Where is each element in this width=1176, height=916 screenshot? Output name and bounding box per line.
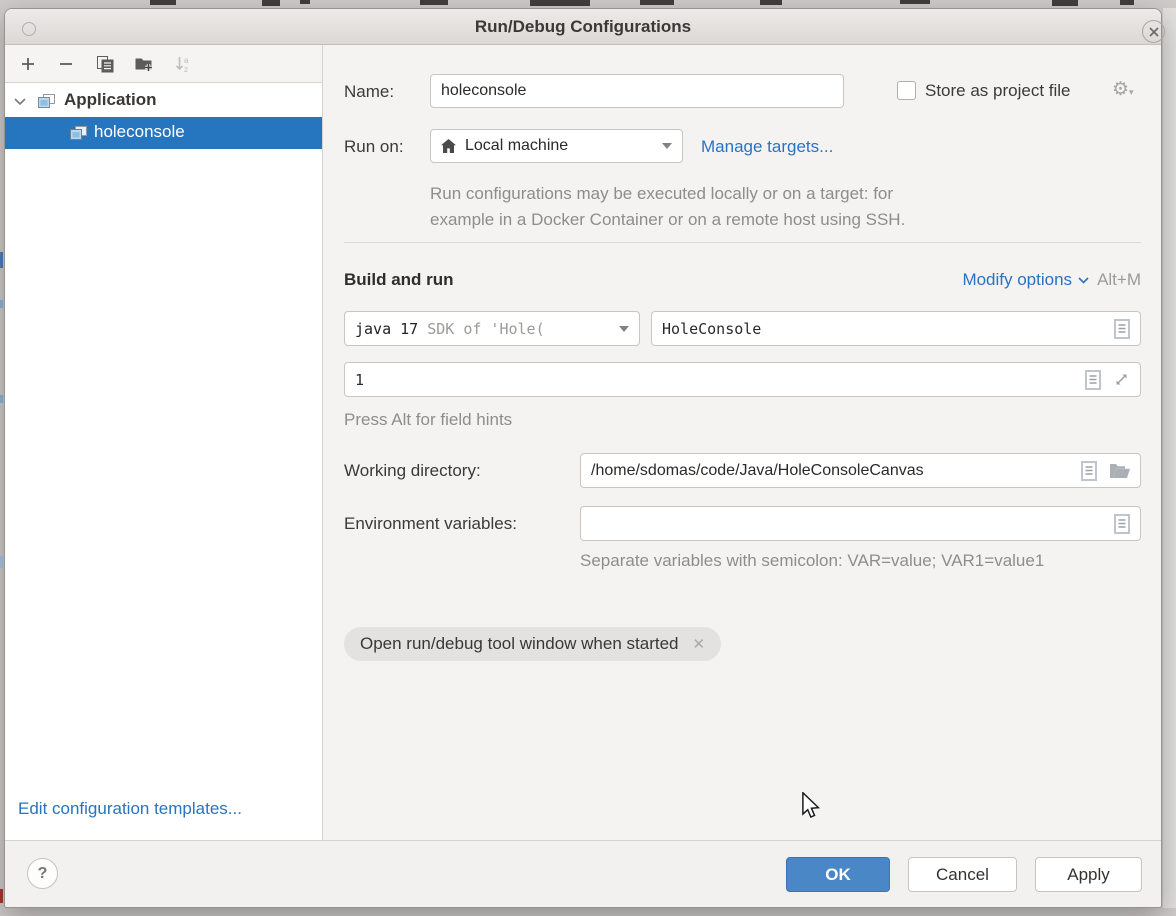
program-arguments-field[interactable]: 1 (344, 362, 1141, 397)
background-artifact (0, 556, 3, 568)
sort-alphabetically-icon: a z (175, 56, 191, 73)
application-type-icon (70, 126, 87, 141)
modify-options-wrap: Modify options Alt+M (962, 270, 1141, 290)
background-artifact (420, 0, 448, 5)
working-directory-label: Working directory: (344, 461, 481, 481)
background-artifact (0, 300, 3, 308)
chevron-down-icon[interactable] (14, 98, 26, 106)
run-on-select[interactable]: Local machine (430, 129, 683, 163)
remove-icon (59, 62, 73, 66)
background-artifact (1120, 0, 1134, 5)
close-icon (1149, 27, 1159, 37)
section-divider (344, 242, 1141, 243)
background-artifact (530, 0, 590, 6)
sort-configurations-button[interactable]: a z (169, 50, 197, 78)
run-on-value: Local machine (465, 137, 568, 155)
background-artifact (900, 0, 930, 4)
open-tool-window-tag: Open run/debug tool window when started … (344, 627, 721, 661)
open-folder-icon[interactable] (1109, 463, 1130, 479)
background-artifact (1052, 0, 1078, 6)
svg-text:a: a (184, 56, 189, 65)
tag-close-icon[interactable]: ✕ (692, 635, 705, 653)
run-on-hint-line2: example in a Docker Container or on a re… (430, 210, 905, 230)
manage-targets-link[interactable]: Manage targets... (701, 137, 833, 157)
apply-button[interactable]: Apply (1035, 857, 1142, 892)
new-folder-icon (135, 56, 154, 72)
title-bar: Run/Debug Configurations (5, 9, 1161, 45)
background-artifact (0, 252, 3, 268)
dialog-title: Run/Debug Configurations (5, 17, 1161, 37)
expand-icon[interactable] (1113, 371, 1130, 388)
background-artifact (0, 889, 3, 903)
add-icon (21, 57, 35, 71)
edit-configuration-templates-link[interactable]: Edit configuration templates... (18, 799, 242, 819)
macros-icon[interactable] (1114, 319, 1130, 339)
copy-configuration-button[interactable] (91, 50, 119, 78)
name-input[interactable] (430, 74, 844, 108)
combo-arrow-icon (619, 326, 629, 332)
tree-item-holeconsole[interactable]: holeconsole (5, 117, 322, 149)
jre-value: java 17 (355, 320, 418, 338)
environment-variables-field[interactable] (580, 506, 1141, 541)
modify-options-shortcut: Alt+M (1097, 270, 1141, 290)
run-on-label: Run on: (344, 137, 404, 157)
name-label: Name: (344, 82, 394, 102)
jre-select[interactable]: java 17 SDK of 'Hole( (344, 311, 640, 346)
store-as-project-file-label: Store as project file (925, 81, 1071, 101)
background-artifact (640, 0, 674, 5)
home-icon (441, 139, 456, 153)
store-as-project-file-checkbox[interactable] (897, 81, 916, 100)
remove-configuration-button[interactable] (52, 50, 80, 78)
modify-options-label: Modify options (962, 270, 1072, 290)
copy-icon (97, 56, 114, 73)
macros-icon[interactable] (1085, 370, 1101, 390)
tree-item-label: holeconsole (94, 122, 185, 142)
gear-icon[interactable]: ⚙▾ (1112, 78, 1134, 101)
cancel-button[interactable]: Cancel (908, 857, 1017, 892)
build-and-run-title: Build and run (344, 270, 454, 290)
jre-suffix: SDK of 'Hole( (427, 320, 544, 338)
background-strip (1163, 8, 1176, 908)
environment-variables-hint: Separate variables with semicolon: VAR=v… (580, 551, 1044, 571)
svg-text:z: z (184, 65, 188, 73)
main-class-field[interactable]: HoleConsole (651, 311, 1141, 346)
combo-arrow-icon (662, 143, 672, 149)
environment-variables-label: Environment variables: (344, 514, 517, 534)
macros-icon[interactable] (1114, 514, 1130, 534)
ok-button[interactable]: OK (786, 857, 890, 892)
main-class-value: HoleConsole (662, 320, 761, 338)
configurations-toolbar: a z (5, 45, 322, 83)
working-directory-value: /home/sdomas/code/Java/HoleConsoleCanvas (591, 462, 924, 480)
background-artifact (300, 0, 310, 4)
tag-label: Open run/debug tool window when started (360, 634, 678, 654)
close-button[interactable] (1142, 20, 1165, 43)
working-directory-field[interactable]: /home/sdomas/code/Java/HoleConsoleCanvas (580, 453, 1141, 488)
background-artifact (150, 0, 176, 5)
tree-group-application[interactable]: Application (5, 86, 322, 117)
help-button[interactable]: ? (27, 858, 58, 889)
macros-icon[interactable] (1081, 461, 1097, 481)
background-artifact (0, 395, 3, 403)
modify-options-link[interactable]: Modify options (962, 270, 1089, 290)
background-artifact (262, 0, 280, 6)
field-hints-text: Press Alt for field hints (344, 410, 512, 430)
add-configuration-button[interactable] (14, 50, 42, 78)
configurations-tree (5, 83, 322, 840)
help-label: ? (38, 865, 48, 883)
tree-group-label: Application (64, 90, 157, 110)
chevron-down-icon (1078, 277, 1089, 284)
screen: Run/Debug Configurations (0, 0, 1176, 916)
run-on-hint-line1: Run configurations may be executed local… (430, 184, 893, 204)
application-type-icon (38, 94, 55, 109)
sidebar-divider (322, 45, 323, 840)
new-folder-button[interactable] (130, 50, 158, 78)
background-artifact (760, 0, 782, 5)
program-arguments-value: 1 (355, 371, 364, 389)
